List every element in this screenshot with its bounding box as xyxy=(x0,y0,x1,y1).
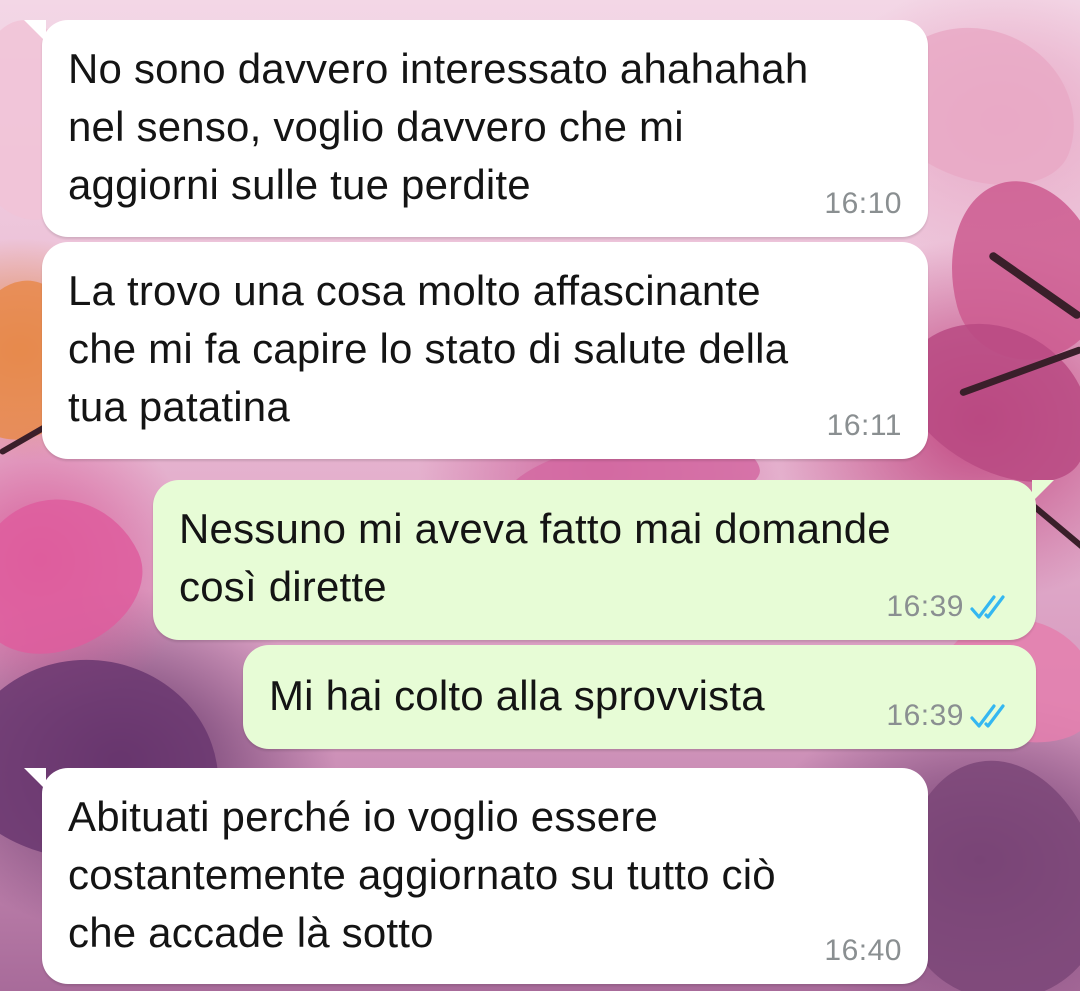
message-bubble-outgoing[interactable]: Mi hai colto alla sprovvista 16:39 xyxy=(243,645,1036,749)
message-text: La trovo una cosa molto affascinante che… xyxy=(68,267,789,430)
message-timestamp: 16:39 xyxy=(886,590,964,623)
bubble-tail xyxy=(24,20,46,42)
message-text: No sono davvero interessato ahahahah nel… xyxy=(68,45,809,208)
bubble-tail xyxy=(24,768,46,790)
bubble-tail xyxy=(1032,480,1054,502)
message-timestamp: 16:39 xyxy=(886,699,964,732)
message-timestamp: 16:11 xyxy=(826,409,902,442)
double-check-read-icon xyxy=(970,595,1005,619)
message-timestamp: 16:10 xyxy=(824,187,902,220)
double-check-read-icon xyxy=(970,704,1005,728)
message-bubble-incoming[interactable]: Abituati perché io voglio essere costant… xyxy=(24,768,928,984)
message-text: Mi hai colto alla sprovvista xyxy=(269,672,765,719)
message-bubble-incoming[interactable]: No sono davvero interessato ahahahah nel… xyxy=(24,20,928,237)
message-timestamp: 16:40 xyxy=(824,934,902,967)
message-bubble-incoming[interactable]: La trovo una cosa molto affascinante che… xyxy=(42,242,928,459)
message-text: Abituati perché io voglio essere costant… xyxy=(68,793,776,956)
message-text: Nessuno mi aveva fatto mai domande così … xyxy=(179,505,891,610)
message-bubble-outgoing[interactable]: Nessuno mi aveva fatto mai domande così … xyxy=(153,480,1054,640)
